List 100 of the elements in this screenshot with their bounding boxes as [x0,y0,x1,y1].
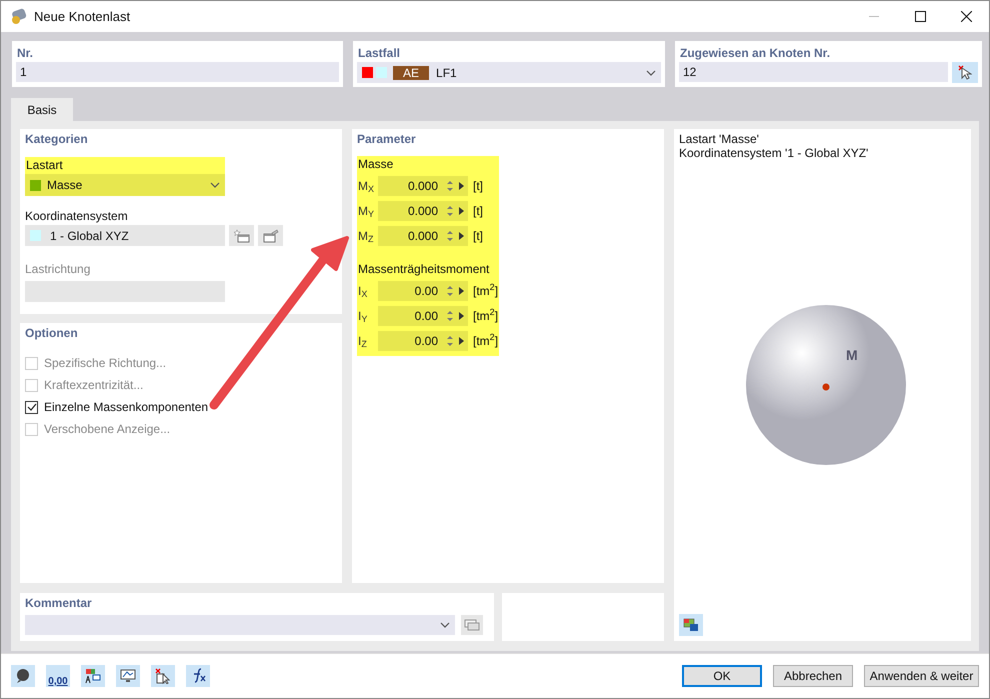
caret-right-icon [459,336,464,344]
display-settings-icon [85,668,101,684]
select-objects-icon [155,668,171,684]
units-button[interactable]: 0,00 [46,665,70,687]
group-title: Massenträgheitsmoment [357,261,490,278]
spinner-value: 0.00 [414,282,439,300]
caret-right-icon [459,206,464,214]
maximize-icon [914,11,926,22]
color-swatch-icon [376,67,387,78]
minimize-icon [869,16,879,18]
checkbox-label: Kraftexzentrizität... [44,377,144,394]
symbol-label: M$_{X}$ [358,178,376,194]
checkbox-label: Verschobene Anzeige... [44,421,170,438]
spinner-value: 0.00 [414,308,439,324]
comment-library-icon [464,619,480,631]
value-spinner[interactable]: 0.000 [378,226,468,246]
tab[interactable]: Basis [11,98,73,121]
checkbox-label: Einzelne Massenkomponenten [44,399,208,416]
help-icon [15,668,31,684]
node-number-field[interactable]: 12 [679,62,948,82]
new-coordinate-system-button[interactable] [229,225,254,246]
preview-caption: Lastart 'Masse' [679,132,760,146]
load-case-name: LF1 [436,64,457,82]
formula-button[interactable] [186,665,210,687]
coordinate-system-dropdown[interactable]: 1 - Global XYZ [25,225,225,246]
spin-arrows-icon [447,284,453,296]
load-case-dropdown[interactable]: AE LF1 [357,62,661,83]
load-type-dropdown[interactable]: Masse [25,174,225,196]
chevron-down-icon [210,182,220,188]
pick-node-icon [958,65,972,80]
spin-arrows-icon [447,334,453,346]
symbol-label: I$_{Y}$ [358,308,368,324]
load-case-badge: AE [393,66,430,80]
spin-arrows-icon [447,310,453,322]
new-coordinate-system-icon [234,228,250,242]
caret-right-icon [459,312,464,320]
field-label: Lastart [25,157,64,174]
symbol-label: I$_{X}$ [358,282,368,300]
spinner-value: 0.000 [406,202,439,220]
caret-right-icon [459,182,464,190]
section-title: Kommentar [25,595,93,612]
field-label: Lastfall [358,45,402,62]
spin-arrows-icon [447,180,453,192]
field-label: Koordinatensystem [25,208,129,225]
unit-label: [t] [473,228,484,244]
chevron-down-icon [440,622,450,628]
preview-settings-button[interactable] [679,614,703,636]
center-point-icon [822,384,830,390]
unit-label: [t] [473,178,484,194]
symbol-label: M$_{Y}$ [358,202,376,220]
field-label: Nr. [17,45,34,62]
section-title: Optionen [25,325,79,342]
dialog-button[interactable]: OK [682,665,762,687]
value-spinner[interactable]: 0.00 [378,330,468,350]
dialog-button[interactable]: Anwenden & weiter [864,665,979,687]
checkbox[interactable] [25,400,38,414]
value-spinner[interactable]: 0.00 [378,306,468,326]
symbol-label: M$_{Z}$ [358,228,374,244]
checkbox-label: Spezifische Richtung... [44,355,166,372]
spinner-value: 0.00 [414,332,439,350]
graphics-icon [120,668,136,684]
number-field[interactable]: 1 [16,62,339,82]
pick-node-button[interactable] [952,62,978,83]
unit-label: [tm$^{2}$] [473,282,498,300]
window-title: Neue Knotenlast [34,8,130,26]
spinner-value: 0.000 [406,178,439,194]
group-title: Masse [357,156,394,173]
unit-label: [t] [473,202,484,220]
value-spinner[interactable]: 0.000 [378,176,468,196]
caret-right-icon [459,232,464,240]
help-button[interactable] [11,665,35,687]
mass-label: M [846,347,858,363]
value-spinner[interactable]: 0.00 [378,280,468,300]
preview-settings-icon [683,618,699,632]
color-swatch-icon [362,67,373,78]
spin-arrows-icon [447,230,453,242]
preview-caption: Koordinatensystem '1 - Global XYZ' [679,146,870,160]
chevron-down-icon [646,70,656,76]
graphics-button[interactable] [116,665,140,687]
section-title: Parameter [357,131,417,148]
field-label: Lastrichtung [25,261,92,278]
display-settings-button[interactable] [81,665,105,687]
caret-right-icon [459,286,464,294]
spin-arrows-icon [447,204,453,216]
edit-coordinate-system-icon [262,228,278,242]
select-objects-button[interactable] [151,665,175,687]
section-title: Kategorien [25,131,89,148]
spinner-value: 0.000 [406,228,439,244]
load-type-value: Masse [47,177,82,194]
dialog-button[interactable]: Abbrechen [773,665,853,687]
coordinate-system-value: 1 - Global XYZ [50,228,129,244]
color-swatch-icon [30,180,41,190]
edit-coordinate-system-button[interactable] [258,225,283,246]
comment-field[interactable] [25,615,455,635]
app-icon [10,8,28,26]
unit-label: [tm$^{2}$] [473,332,498,350]
unit-label: [tm$^{2}$] [473,306,498,324]
field-label: Zugewiesen an Knoten Nr. [680,45,832,62]
value-spinner[interactable]: 0.000 [378,200,468,220]
color-swatch-icon [30,230,41,241]
